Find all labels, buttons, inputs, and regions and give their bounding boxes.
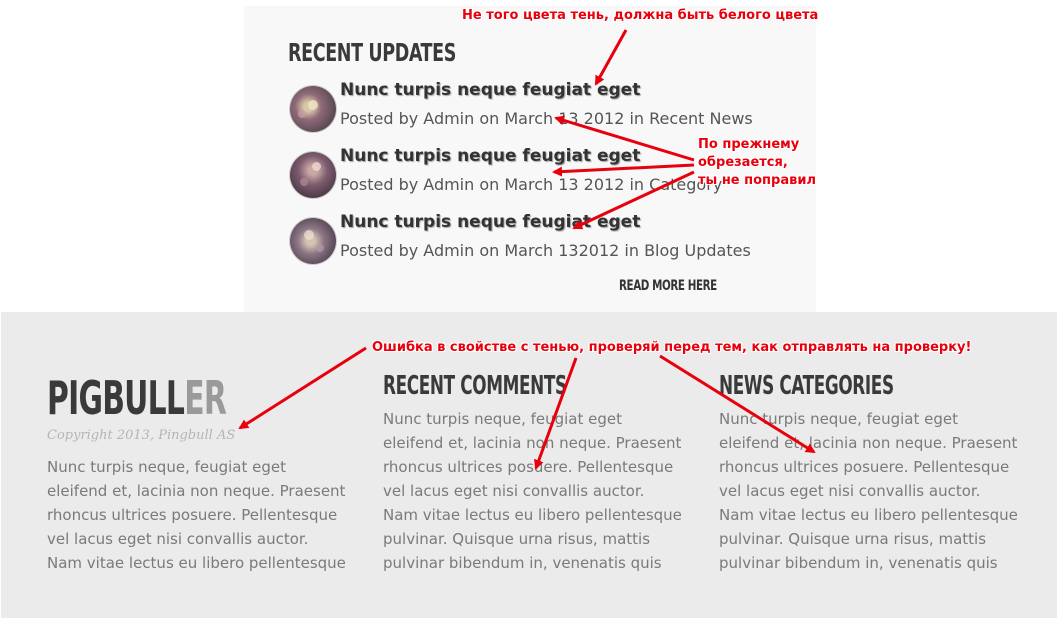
annotation-shadow-color: Не того цвета тень, должна быть белого ц… <box>462 8 819 23</box>
footer: PIGBULLER Copyright 2013, Pingbull AS Nu… <box>1 312 1057 618</box>
logo-dark-part: PIGBULL <box>47 371 185 425</box>
post-thumbnail[interactable] <box>290 218 336 264</box>
post-title-link[interactable]: Nunc turpis neque feugiat eget <box>340 212 640 232</box>
post-thumbnail[interactable] <box>290 86 336 132</box>
copyright-text: Copyright 2013, Pingbull AS <box>47 428 236 443</box>
footer-logo[interactable]: PIGBULLER <box>47 371 227 425</box>
read-more-link[interactable]: READ MORE HERE <box>619 278 717 294</box>
recent-updates-title: RECENT UPDATES <box>288 38 456 67</box>
annotation-clipped-line3: ты не поправил <box>698 173 816 188</box>
post-meta: Posted by Admin on March 13 2012 in Rece… <box>340 109 753 128</box>
recent-comments-title: RECENT COMMENTS <box>383 371 567 401</box>
post-thumbnail[interactable] <box>290 152 336 198</box>
update-item[interactable]: Nunc turpis neque feugiat eget Posted by… <box>288 212 788 272</box>
update-item[interactable]: Nunc turpis neque feugiat eget Posted by… <box>288 80 788 140</box>
logo-light-part: ER <box>184 371 227 425</box>
recent-comments-text: Nunc turpis neque, feugiat eget eleifend… <box>383 410 682 572</box>
post-title-link[interactable]: Nunc turpis neque feugiat eget <box>340 146 640 166</box>
post-meta: Posted by Admin on March 132012 in Blog … <box>340 241 751 260</box>
annotation-clipped-line1: По прежнему <box>698 137 800 152</box>
annotation-shadow-error: Ошибка в свойстве с тенью, проверяй пере… <box>372 340 972 355</box>
news-categories-title: NEWS CATEGORIES <box>719 371 894 401</box>
about-text: Nunc turpis neque, feugiat eget eleifend… <box>47 458 346 572</box>
post-title-link[interactable]: Nunc turpis neque feugiat eget <box>340 80 640 100</box>
news-categories-text: Nunc turpis neque, feugiat eget eleifend… <box>719 410 1018 572</box>
annotation-clipped-line2: обрезается, <box>698 155 788 170</box>
post-meta: Posted by Admin on March 13 2012 in Cate… <box>340 175 723 194</box>
